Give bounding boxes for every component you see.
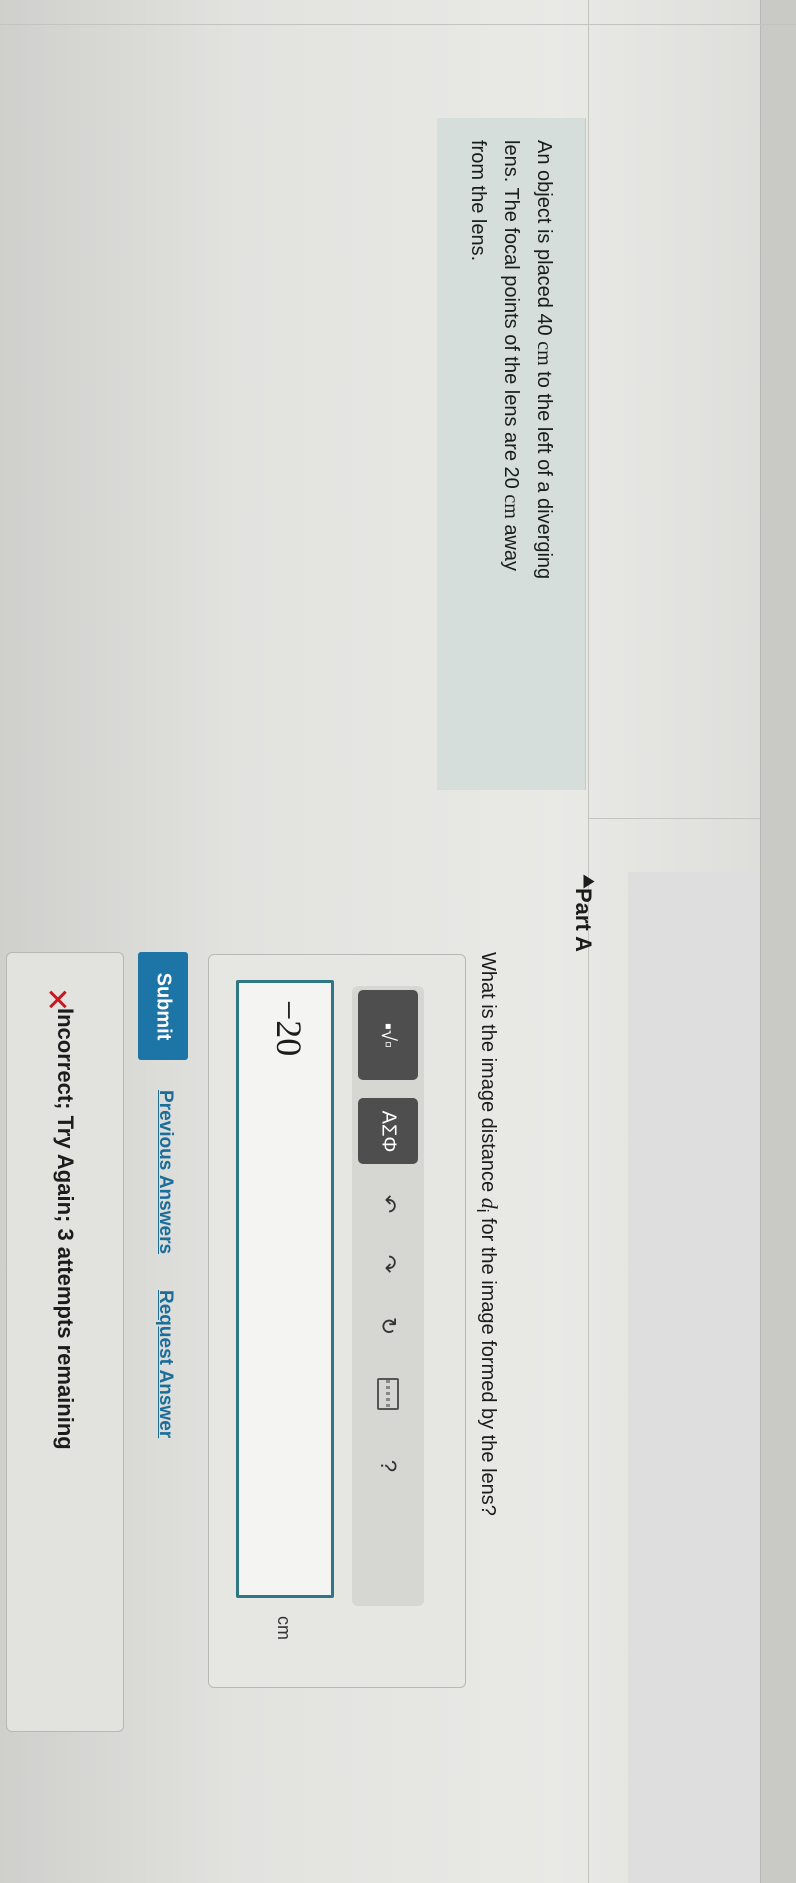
templates-button[interactable]: ▪√▫ [358,990,418,1080]
answer-unit-label: cm [274,1616,294,1640]
window-edge [760,0,796,1883]
redo-icon[interactable]: ↷ [368,1244,408,1284]
problem-line-1: An object is placed 40 cm to the left of… [533,140,555,580]
answer-input-field[interactable] [236,980,334,1598]
problem-line-3: from the lens. [467,140,489,262]
collapse-caret-icon[interactable] [583,874,595,889]
answer-value: −20 [269,1000,309,1057]
help-button[interactable]: ? [368,1446,408,1486]
part-divider [588,818,760,819]
part-title[interactable]: Part A [570,888,596,952]
top-divider [0,24,796,25]
submit-button[interactable]: Submit [138,952,188,1060]
variable-subscript: i [473,1208,492,1213]
variable-d: d [477,1197,502,1209]
keyboard-icon[interactable] [368,1374,408,1414]
feedback-text: Incorrect; Try Again; 3 attempts remaini… [53,1008,78,1450]
part-header-strip [628,872,760,1883]
problem-line-2: lens. The focal points of the lens are 2… [500,140,522,572]
symbols-button[interactable]: ΑΣΦ [358,1098,418,1164]
undo-icon[interactable]: ↶ [368,1184,408,1224]
request-answer-link[interactable]: Request Answer [154,1290,176,1438]
problem-statement: An object is placed 40 cm to the left of… [461,140,560,780]
reset-icon[interactable]: ↻ [368,1306,408,1346]
previous-answers-link[interactable]: Previous Answers [154,1090,176,1254]
question-text: What is the image distance di for the im… [473,952,502,1516]
